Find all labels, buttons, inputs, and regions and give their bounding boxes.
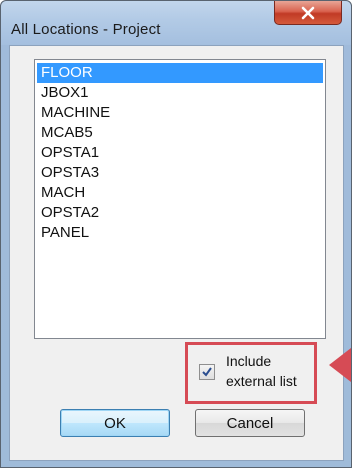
list-item[interactable]: FLOOR <box>37 63 323 83</box>
include-label-line1: Include <box>226 353 272 369</box>
list-item[interactable]: PANEL <box>37 223 323 243</box>
checkmark-icon <box>202 367 212 377</box>
list-item[interactable]: JBOX1 <box>37 83 323 103</box>
close-button[interactable] <box>274 1 342 25</box>
include-external-highlight: Include external list <box>185 342 317 404</box>
title-bar[interactable]: All Locations - Project <box>1 1 351 45</box>
list-item[interactable]: OPSTA2 <box>37 203 323 223</box>
ok-button[interactable]: OK <box>60 409 170 437</box>
close-icon <box>301 6 315 19</box>
list-item[interactable]: MCAB5 <box>37 123 323 143</box>
cancel-button[interactable]: Cancel <box>195 409 305 437</box>
include-external-label[interactable]: Include external list <box>226 351 316 391</box>
dialog-body: FLOOR JBOX1 MACHINE MCAB5 OPSTA1 OPSTA3 … <box>9 45 351 461</box>
pointer-arrow-icon <box>329 348 351 382</box>
list-item[interactable]: OPSTA3 <box>37 163 323 183</box>
include-label-line2: external list <box>226 373 297 389</box>
window-title: All Locations - Project <box>11 21 161 38</box>
include-external-checkbox[interactable] <box>199 364 215 380</box>
list-item[interactable]: OPSTA1 <box>37 143 323 163</box>
locations-listbox[interactable]: FLOOR JBOX1 MACHINE MCAB5 OPSTA1 OPSTA3 … <box>34 59 326 339</box>
list-item[interactable]: MACHINE <box>37 103 323 123</box>
dialog-window: All Locations - Project FLOOR JBOX1 MACH… <box>0 0 352 468</box>
list-item[interactable]: MACH <box>37 183 323 203</box>
